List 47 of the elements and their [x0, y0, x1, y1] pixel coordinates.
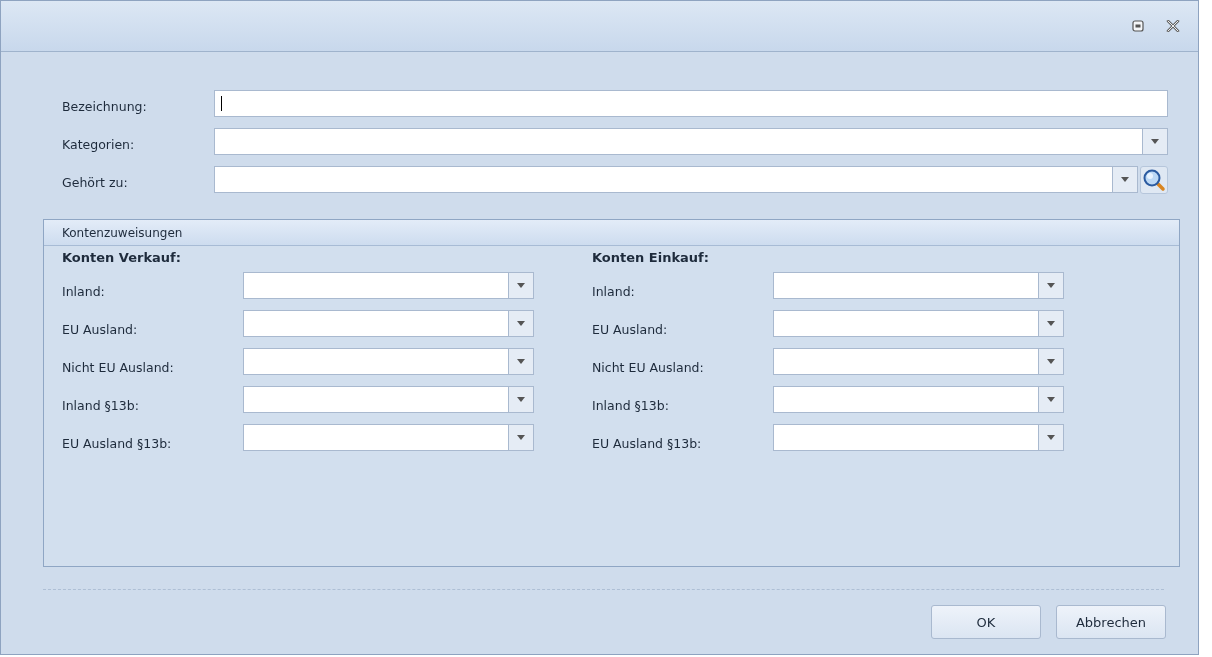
- dropdown-field[interactable]: [773, 272, 1064, 299]
- dropdown-field[interactable]: [214, 166, 1138, 193]
- group-title: Kontenzuweisungen: [44, 220, 1179, 246]
- field-label: Inland:: [62, 284, 106, 299]
- field-label: EU Ausland:: [62, 322, 139, 337]
- dropdown-field[interactable]: [214, 128, 1168, 155]
- dropdown-arrow-icon: [1151, 139, 1159, 144]
- field-label: Gehört zu:: [61, 174, 129, 190]
- dropdown-arrow-icon: [517, 321, 525, 326]
- section-heading: Konten Verkauf:: [62, 250, 181, 267]
- dropdown-arrow-icon: [1047, 397, 1055, 402]
- dropdown-field[interactable]: [243, 424, 534, 451]
- dropdown-arrow-icon: [1047, 359, 1055, 364]
- dropdown-arrow-icon: [517, 283, 525, 288]
- dropdown-arrow-icon: [1121, 177, 1129, 182]
- restore-icon: [1132, 20, 1144, 32]
- dropdown-arrow-icon: [1047, 283, 1055, 288]
- dropdown-arrow-icon: [1047, 321, 1055, 326]
- cancel-button[interactable]: Abbrechen: [1056, 605, 1166, 639]
- section-heading: Konten Einkauf:: [592, 250, 709, 267]
- field-label: Bezeichnung:: [61, 98, 148, 114]
- dropdown-field[interactable]: [243, 310, 534, 337]
- dropdown-field[interactable]: [773, 424, 1064, 451]
- field-label: EU Ausland:: [592, 322, 669, 337]
- search-icon: [1142, 167, 1166, 192]
- field-label: Inland §13b:: [62, 398, 140, 413]
- dropdown-field[interactable]: [243, 272, 534, 299]
- search-button[interactable]: [1140, 165, 1168, 194]
- dropdown-arrow-icon: [1047, 435, 1055, 440]
- dropdown-arrow-icon: [517, 397, 525, 402]
- field-label: Inland §13b:: [592, 398, 670, 413]
- dropdown-field[interactable]: [243, 386, 534, 413]
- field-label: Inland:: [592, 284, 636, 299]
- text-field[interactable]: [214, 90, 1168, 117]
- close-icon: [1166, 20, 1180, 32]
- dropdown-field[interactable]: [773, 348, 1064, 375]
- dropdown-field[interactable]: [773, 386, 1064, 413]
- dropdown-field[interactable]: [243, 348, 534, 375]
- dropdown-arrow-icon: [517, 359, 525, 364]
- dropdown-field[interactable]: [773, 310, 1064, 337]
- ok-button[interactable]: OK: [931, 605, 1041, 639]
- field-label: EU Ausland §13b:: [62, 436, 173, 451]
- field-label: Nicht EU Ausland:: [62, 360, 175, 375]
- field-label: Kategorien:: [61, 136, 136, 152]
- field-label: Nicht EU Ausland:: [592, 360, 705, 375]
- dropdown-arrow-icon: [517, 435, 525, 440]
- field-label: EU Ausland §13b:: [592, 436, 703, 451]
